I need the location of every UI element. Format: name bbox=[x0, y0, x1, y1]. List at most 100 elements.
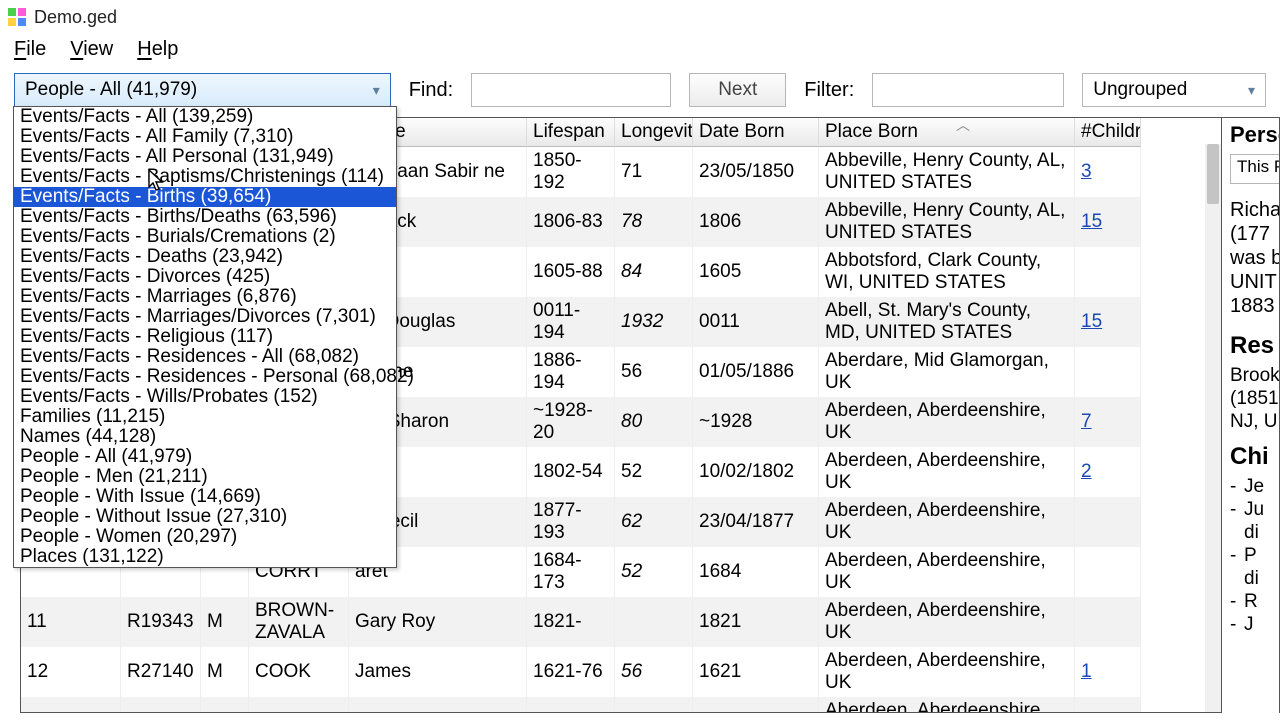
dropdown-item[interactable]: Events/Facts - Births (39,654) bbox=[14, 187, 396, 207]
table-cell[interactable]: 12 bbox=[21, 647, 121, 697]
main-combo[interactable]: People - All (41,979) ▾ Events/Facts - A… bbox=[14, 73, 391, 107]
table-cell[interactable]: 1605-88 bbox=[527, 247, 615, 297]
table-cell[interactable]: 1605 bbox=[693, 247, 819, 297]
table-cell[interactable]: 1806 bbox=[693, 197, 819, 247]
dropdown-item[interactable]: Events/Facts - Wills/Probates (152) bbox=[14, 387, 396, 407]
group-combo[interactable]: Ungrouped ▾ bbox=[1082, 73, 1266, 107]
person-panel-combo[interactable]: This Pe bbox=[1230, 154, 1280, 184]
table-cell[interactable]: 56 bbox=[615, 347, 693, 397]
dropdown-item[interactable]: Events/Facts - All (139,259) bbox=[14, 107, 396, 127]
table-cell[interactable]: 80 bbox=[615, 397, 693, 447]
table-cell[interactable]: 15 bbox=[1075, 197, 1141, 247]
table-cell[interactable]: Abell, St. Mary's County, MD, UNITED STA… bbox=[819, 297, 1075, 347]
dropdown-item[interactable]: Events/Facts - Deaths (23,942) bbox=[14, 247, 396, 267]
table-cell[interactable]: Aberdeen, Aberdeenshire, UK bbox=[819, 497, 1075, 547]
table-cell[interactable]: COOK bbox=[249, 647, 349, 697]
table-cell[interactable]: 55 bbox=[615, 697, 693, 713]
table-cell[interactable]: 71 bbox=[615, 147, 693, 197]
dropdown-item[interactable]: People - Without Issue (27,310) bbox=[14, 507, 396, 527]
dropdown-item[interactable]: Events/Facts - Burials/Cremations (2) bbox=[14, 227, 396, 247]
dropdown-item[interactable]: People - Women (20,297) bbox=[14, 527, 396, 547]
dropdown-item[interactable]: Events/Facts - Marriages/Divorces (7,301… bbox=[14, 307, 396, 327]
dropdown-item[interactable]: Events/Facts - All Family (7,310) bbox=[14, 127, 396, 147]
dropdown-item[interactable]: Events/Facts - Residences - Personal (68… bbox=[14, 367, 396, 387]
table-cell[interactable]: 0011 bbox=[693, 297, 819, 347]
table-cell[interactable] bbox=[1075, 547, 1141, 597]
table-cell[interactable]: 11 bbox=[21, 597, 121, 647]
menu-file[interactable]: File bbox=[14, 38, 46, 61]
table-cell[interactable]: 1623-77 bbox=[527, 697, 615, 713]
table-cell[interactable]: 1877-193 bbox=[527, 497, 615, 547]
table-cell[interactable]: 23/04/1877 bbox=[693, 497, 819, 547]
column-header[interactable]: Date Born bbox=[693, 118, 819, 147]
dropdown-item[interactable]: Events/Facts - Marriages (6,876) bbox=[14, 287, 396, 307]
table-cell[interactable]: Abbeville, Henry County, AL, UNITED STAT… bbox=[819, 197, 1075, 247]
table-cell[interactable]: 84 bbox=[615, 247, 693, 297]
table-cell[interactable]: CUMMINGS bbox=[249, 697, 349, 713]
filter-input[interactable] bbox=[872, 73, 1064, 107]
table-cell[interactable]: Abbeville, Henry County, AL, UNITED STAT… bbox=[819, 147, 1075, 197]
table-cell[interactable]: 1684 bbox=[693, 547, 819, 597]
table-cell[interactable]: 1684-173 bbox=[527, 547, 615, 597]
column-header[interactable]: #Childre bbox=[1075, 118, 1141, 147]
table-cell[interactable]: 1623 bbox=[693, 697, 819, 713]
table-cell[interactable]: 1932 bbox=[615, 297, 693, 347]
table-cell[interactable] bbox=[1075, 247, 1141, 297]
main-combo-dropdown[interactable]: Events/Facts - All (139,259)Events/Facts… bbox=[13, 106, 397, 568]
table-cell[interactable]: 2 bbox=[1075, 447, 1141, 497]
dropdown-item[interactable]: Events/Facts - Divorces (425) bbox=[14, 267, 396, 287]
table-cell[interactable]: James bbox=[349, 647, 527, 697]
table-cell[interactable]: Aberdeen, Aberdeenshire, UK bbox=[819, 547, 1075, 597]
table-cell[interactable] bbox=[1075, 597, 1141, 647]
table-cell[interactable]: Aberdare, Mid Glamorgan, UK bbox=[819, 347, 1075, 397]
table-cell[interactable]: John bbox=[349, 697, 527, 713]
table-cell[interactable]: ~1928-20 bbox=[527, 397, 615, 447]
table-cell[interactable]: Aberdeen, Aberdeenshire, UK bbox=[819, 447, 1075, 497]
table-cell[interactable]: M bbox=[201, 697, 249, 713]
table-cell[interactable]: 1821- bbox=[527, 597, 615, 647]
dropdown-item[interactable]: Names (44,128) bbox=[14, 427, 396, 447]
table-cell[interactable]: 1621-76 bbox=[527, 647, 615, 697]
table-cell[interactable]: 1621 bbox=[693, 647, 819, 697]
table-cell[interactable]: 10/02/1802 bbox=[693, 447, 819, 497]
dropdown-item[interactable]: People - All (41,979) bbox=[14, 447, 396, 467]
table-cell[interactable]: 3 bbox=[1075, 147, 1141, 197]
table-cell[interactable]: 01/05/1886 bbox=[693, 347, 819, 397]
table-cell[interactable]: Aberdeen, Aberdeenshire, UK bbox=[819, 597, 1075, 647]
table-cell[interactable]: 52 bbox=[615, 447, 693, 497]
table-cell[interactable]: Aberdeen, Aberdeenshire, UK bbox=[819, 697, 1075, 713]
dropdown-item[interactable]: Families (11,215) bbox=[14, 407, 396, 427]
table-cell[interactable]: 52 bbox=[615, 547, 693, 597]
dropdown-item[interactable]: Events/Facts - Births/Deaths (63,596) bbox=[14, 207, 396, 227]
table-cell[interactable]: 15 bbox=[1075, 297, 1141, 347]
column-header[interactable]: Lifespan bbox=[527, 118, 615, 147]
dropdown-item[interactable]: Events/Facts - Residences - All (68,082) bbox=[14, 347, 396, 367]
table-cell[interactable] bbox=[1075, 697, 1141, 713]
table-cell[interactable]: BROWN-ZAVALA bbox=[249, 597, 349, 647]
table-cell[interactable]: 1 bbox=[1075, 647, 1141, 697]
table-cell[interactable]: Abbotsford, Clark County, WI, UNITED STA… bbox=[819, 247, 1075, 297]
table-cell[interactable]: R40522 bbox=[121, 697, 201, 713]
table-cell[interactable]: 78 bbox=[615, 197, 693, 247]
menu-view[interactable]: View bbox=[70, 38, 113, 61]
table-cell[interactable]: 7 bbox=[1075, 397, 1141, 447]
dropdown-item[interactable]: Events/Facts - Religious (117) bbox=[14, 327, 396, 347]
table-cell[interactable] bbox=[615, 597, 693, 647]
table-cell[interactable]: 1850-192 bbox=[527, 147, 615, 197]
table-cell[interactable]: 23/05/1850 bbox=[693, 147, 819, 197]
vertical-scrollbar[interactable] bbox=[1205, 144, 1221, 712]
table-cell[interactable] bbox=[1075, 497, 1141, 547]
table-cell[interactable]: Aberdeen, Aberdeenshire, UK bbox=[819, 647, 1075, 697]
column-header[interactable]: Place Born bbox=[819, 118, 1075, 147]
table-cell[interactable]: M bbox=[201, 597, 249, 647]
dropdown-item[interactable]: Places (131,122) bbox=[14, 547, 396, 567]
table-cell[interactable]: 1886-194 bbox=[527, 347, 615, 397]
scrollbar-thumb[interactable] bbox=[1207, 144, 1219, 204]
table-cell[interactable]: 13 bbox=[21, 697, 121, 713]
dropdown-item[interactable]: People - With Issue (14,669) bbox=[14, 487, 396, 507]
table-cell[interactable]: 56 bbox=[615, 647, 693, 697]
table-cell[interactable]: 62 bbox=[615, 497, 693, 547]
table-cell[interactable]: ~1928 bbox=[693, 397, 819, 447]
table-cell[interactable]: 1802-54 bbox=[527, 447, 615, 497]
table-cell[interactable]: R19343 bbox=[121, 597, 201, 647]
